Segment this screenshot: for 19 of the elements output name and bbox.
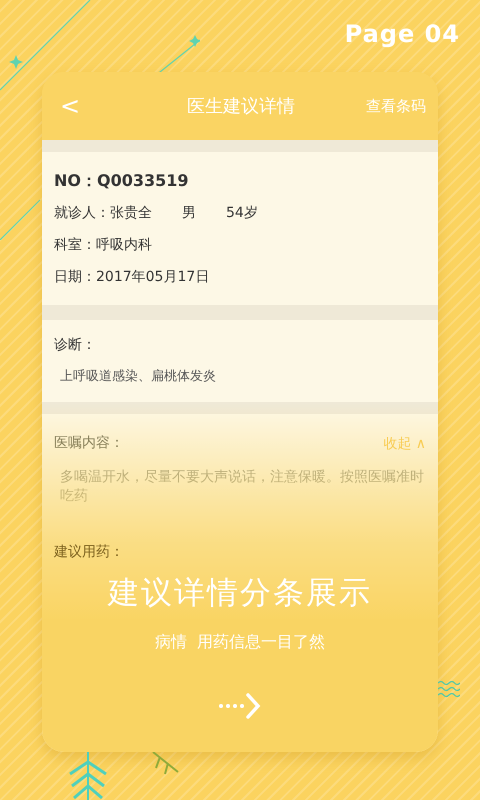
arrow-icon[interactable]: [218, 693, 262, 719]
medication-label: 建议用药：: [54, 542, 125, 562]
patient-info: 就诊人：张贵全: [54, 204, 152, 224]
collapse-button[interactable]: 收起 ∧: [383, 434, 426, 454]
promo-headline: 建议详情分条展示: [108, 574, 372, 613]
diagnosis-label: 诊断：: [54, 336, 97, 356]
diagnosis-text: 上呼吸道感染、扁桃体发炎: [59, 368, 217, 386]
back-button[interactable]: <: [54, 92, 86, 120]
promo-subtitle: 病情 用药信息一目了然: [154, 632, 326, 653]
wave-icon: [438, 680, 460, 698]
department-text: 科室：呼吸内科: [54, 236, 153, 255]
advice-label: 医嘱内容：: [54, 434, 124, 453]
page-label: Page 04: [344, 20, 460, 50]
barcode-link[interactable]: 查看条码: [366, 96, 426, 116]
record-number: NO：Q0033519: [54, 170, 190, 192]
patient-info: 54岁: [226, 204, 258, 224]
patient-info: 男: [182, 204, 196, 224]
header-title: 医生建议详情: [186, 95, 296, 118]
date-text: 日期：2017年05月17日: [54, 268, 210, 287]
